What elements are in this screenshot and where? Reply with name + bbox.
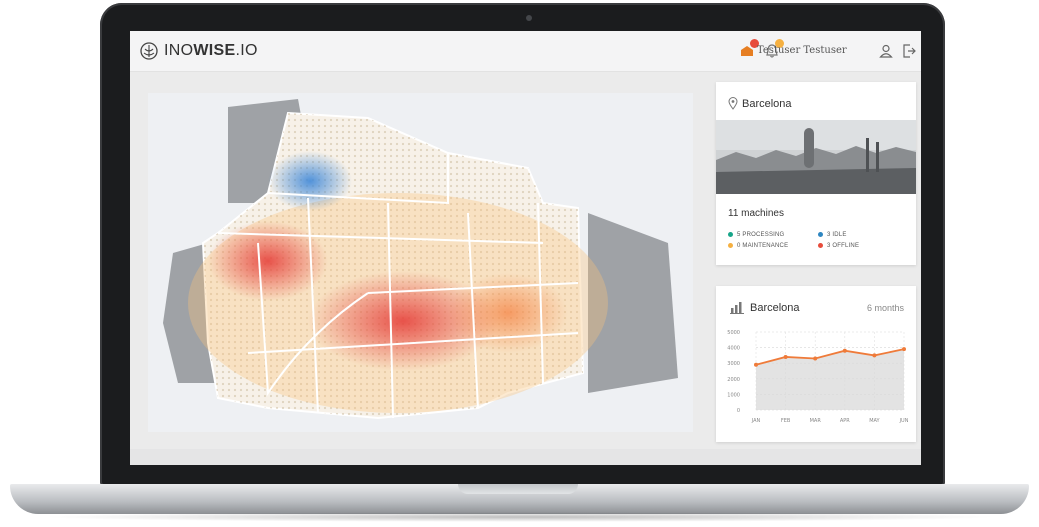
floor-heatmap[interactable] xyxy=(148,93,693,432)
y-tick-label: 1000 xyxy=(727,392,740,398)
x-tick-label: MAY xyxy=(869,418,880,424)
data-point xyxy=(754,362,758,367)
stat-idle: 3 IDLE xyxy=(818,232,847,238)
x-tick-label: MAR xyxy=(810,418,822,424)
data-point xyxy=(783,354,788,359)
location-pin-icon xyxy=(728,97,738,110)
status-dot xyxy=(728,232,733,237)
cold-zone xyxy=(268,151,352,211)
x-tick-label: FEB xyxy=(781,418,791,424)
user-icon[interactable] xyxy=(878,43,894,59)
x-tick-label: JAN xyxy=(751,418,761,424)
location-card[interactable]: Barcelona 11 machines 5 PROCESSING 3 IDL… xyxy=(716,82,916,265)
status-dot xyxy=(818,243,823,248)
location-title: Barcelona xyxy=(742,98,792,110)
stat-maintenance: 0 MAINTENANCE xyxy=(728,243,788,249)
bar-chart-icon xyxy=(730,302,744,314)
data-point xyxy=(872,353,877,358)
data-point xyxy=(842,348,847,353)
camera-dot xyxy=(526,15,532,21)
alerts-button[interactable] xyxy=(739,39,759,59)
status-dot xyxy=(728,243,733,248)
logout-icon[interactable] xyxy=(901,43,917,59)
stat-processing: 5 PROCESSING xyxy=(728,232,784,238)
chart-card[interactable]: Barcelona 6 months 5000 4000 3000 2000 1000 0… xyxy=(716,286,916,442)
data-point xyxy=(813,356,818,361)
top-bar: INOWISE.IO Testuser Testuser xyxy=(130,31,921,72)
y-tick-label: 4000 xyxy=(727,346,740,352)
y-tick-label: 5000 xyxy=(727,330,740,336)
chart-period[interactable]: 6 months xyxy=(867,303,904,313)
data-point xyxy=(902,347,906,352)
laptop-shadow xyxy=(40,512,1000,522)
status-dot xyxy=(818,232,823,237)
machine-count: 11 machines xyxy=(728,208,784,219)
chart-title: Barcelona xyxy=(750,302,800,314)
x-tick-label: APR xyxy=(840,418,850,424)
user-name[interactable]: Testuser Testuser xyxy=(757,45,847,56)
line-chart: 5000 4000 3000 2000 1000 0 JAN FEB MAR APR MAY JUN xyxy=(727,330,909,424)
app-logo[interactable]: INOWISE.IO xyxy=(164,42,258,60)
y-tick-label: 0 xyxy=(737,408,740,414)
footer-strip xyxy=(130,449,921,465)
city-photo xyxy=(716,120,916,194)
x-tick-label: JUN xyxy=(899,418,909,424)
y-tick-label: 2000 xyxy=(727,377,740,383)
y-tick-label: 3000 xyxy=(727,361,740,367)
app-screen: INOWISE.IO Testuser Testuser Barcelona 1… xyxy=(130,31,921,465)
stat-offline: 3 OFFLINE xyxy=(818,243,859,249)
laptop-notch xyxy=(458,484,578,494)
heatmap-svg xyxy=(163,99,678,420)
logo-icon xyxy=(140,42,158,60)
